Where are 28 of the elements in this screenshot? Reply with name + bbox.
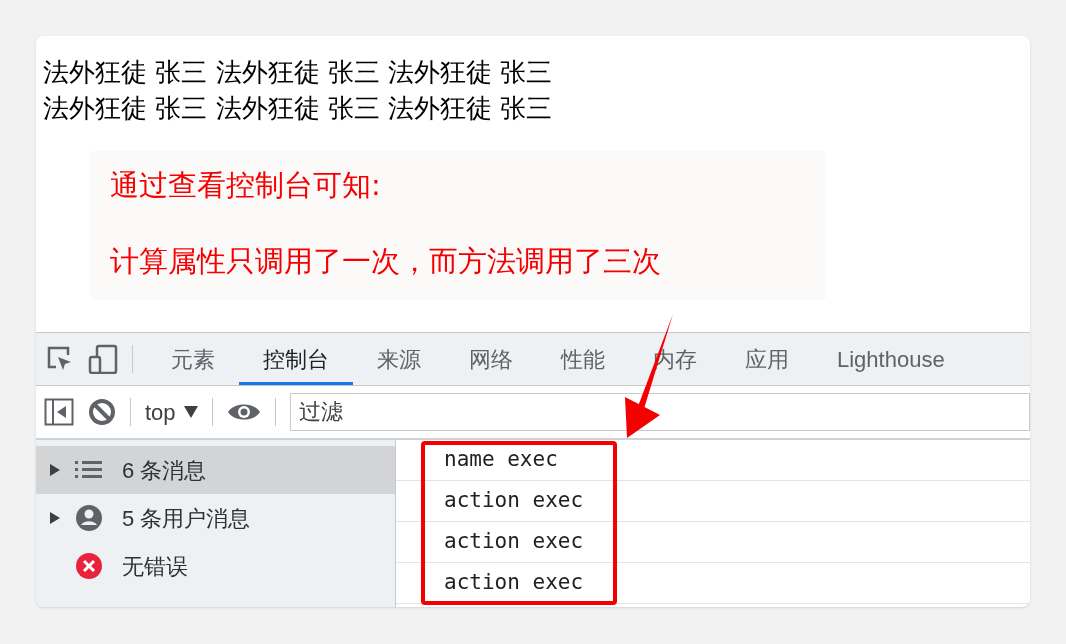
sidebar-toggle-icon[interactable] (44, 398, 74, 426)
console-message: action exec (444, 487, 584, 515)
expand-icon (50, 464, 60, 476)
devtools-tab[interactable]: 网络 (445, 333, 537, 385)
devtools-tab[interactable]: 元素 (147, 333, 239, 385)
console-message: action exec (444, 569, 584, 597)
caret-icon (183, 406, 198, 418)
expand-icon (50, 512, 60, 524)
sidebar-item[interactable]: 6 条消息 (36, 446, 395, 494)
clear-console-icon[interactable] (88, 398, 116, 426)
annotation-text: 通过查看控制台可知: (110, 167, 382, 203)
sidebar-item[interactable]: 5 条用户消息 (36, 494, 395, 542)
context-dropdown[interactable]: top (145, 395, 198, 429)
page-text: 法外狂徒 张三 法外狂徒 张三 法外狂徒 张三 (43, 56, 554, 89)
console-message: name exec (444, 446, 558, 474)
devtools-tab[interactable]: 来源 (353, 333, 445, 385)
error-icon (75, 552, 103, 580)
devtools-tab[interactable]: 应用 (721, 333, 813, 385)
console-message: action exec (444, 528, 584, 556)
annotation-text: 计算属性只调用了一次，而方法调用了三次 (110, 243, 662, 279)
list-icon (75, 460, 103, 480)
device-toolbar-icon[interactable] (88, 344, 118, 374)
sidebar-item[interactable]: 无错误 (36, 542, 395, 590)
user-icon (75, 504, 103, 532)
devtools-tab[interactable]: Lighthouse (813, 333, 969, 385)
devtools-tab[interactable]: 性能 (537, 333, 629, 385)
page-text: 法外狂徒 张三 法外狂徒 张三 法外狂徒 张三 (43, 92, 554, 125)
filter-field[interactable]: 过滤 (289, 393, 1030, 431)
